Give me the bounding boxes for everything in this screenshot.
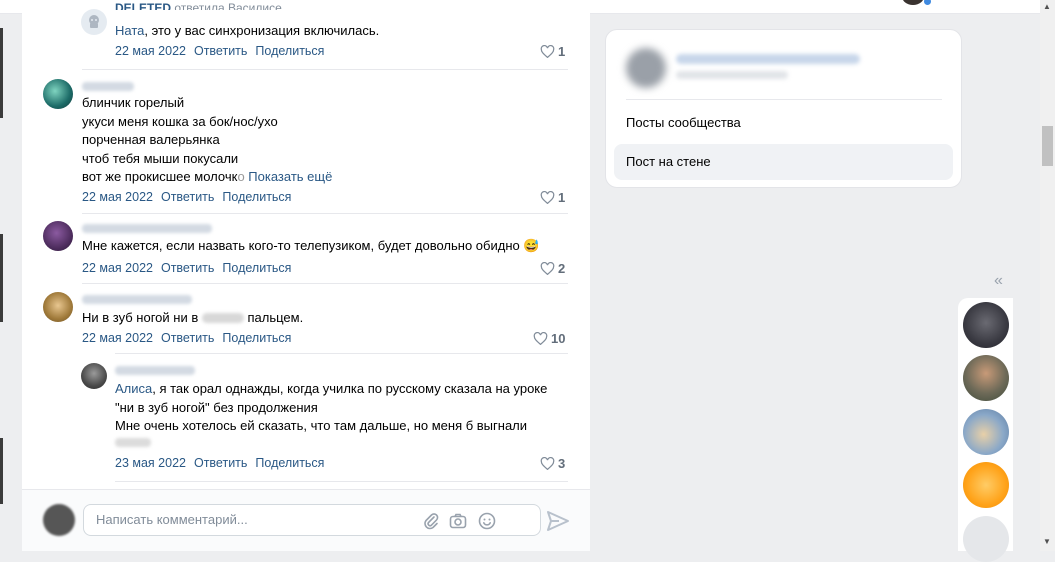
left-edge-strip	[0, 438, 3, 504]
reply-to-link[interactable]: Алиса	[115, 381, 152, 396]
reply-button[interactable]: Ответить	[194, 44, 247, 58]
comment-text: Алиса, я так орал однажды, когда училка …	[115, 381, 548, 433]
comment-meta: 22 мая 2022 Ответить Поделиться	[82, 331, 291, 345]
blurred-text	[115, 438, 151, 447]
chat-avatar[interactable]	[963, 516, 1009, 562]
sweat-smile-icon: 😅	[523, 238, 540, 253]
collapse-icon[interactable]: «	[994, 272, 1003, 290]
comment-input-placeholder: Написать комментарий...	[96, 512, 248, 527]
menu-item-wall-post[interactable]: Пост на стене	[614, 144, 953, 180]
scrollbar-thumb[interactable]	[1042, 126, 1053, 166]
censored-word	[201, 313, 244, 323]
author-name[interactable]	[115, 366, 195, 375]
left-edge-strip	[0, 234, 3, 322]
reply-button[interactable]: Ответить	[161, 190, 214, 204]
deleted-avatar	[81, 9, 107, 35]
deleted-user-icon	[89, 15, 99, 28]
right-panel: Посты сообщества Пост на стене	[605, 29, 962, 188]
comments-feed: DELETED ответила Василисе Ната, это у ва…	[22, 0, 590, 551]
comment-composer: Написать комментарий...	[22, 489, 590, 551]
comment-text: блинчик горелый укуси меня кошка за бок/…	[82, 95, 333, 184]
share-button[interactable]: Поделиться	[222, 331, 291, 345]
separator	[82, 213, 568, 214]
comment-text: Ната, это у вас синхронизация включилась…	[115, 23, 380, 38]
like-button[interactable]: 2	[540, 261, 565, 276]
chat-avatar[interactable]	[963, 355, 1009, 401]
comment-meta: 23 мая 2022 Ответить Поделиться	[115, 456, 324, 470]
share-button[interactable]: Поделиться	[222, 261, 291, 275]
heart-icon	[533, 332, 548, 345]
comment-text: Мне кажется, если назвать кого-то телепу…	[82, 238, 540, 253]
scroll-down-icon[interactable]: ▼	[1043, 537, 1051, 546]
separator	[626, 99, 942, 100]
online-indicator	[924, 0, 931, 5]
heart-icon	[540, 457, 555, 470]
separator	[115, 353, 568, 354]
chats-bar	[958, 298, 1013, 562]
chat-avatar[interactable]	[963, 462, 1009, 508]
composer-avatar	[43, 504, 75, 536]
reply-button[interactable]: Ответить	[161, 331, 214, 345]
author-name[interactable]	[82, 295, 192, 304]
comment-text: Ни в зуб ногой ни в пальцем.	[82, 310, 304, 325]
author-name[interactable]	[82, 82, 134, 91]
user-avatar[interactable]	[902, 0, 924, 5]
comment-avatar[interactable]	[43, 221, 73, 251]
comment-date[interactable]: 22 мая 2022	[82, 331, 153, 345]
share-button[interactable]: Поделиться	[222, 190, 291, 204]
comment-date[interactable]: 22 мая 2022	[115, 44, 186, 58]
reply-button[interactable]: Ответить	[161, 261, 214, 275]
separator	[115, 481, 568, 482]
author-name[interactable]	[82, 224, 212, 233]
comment-meta: 22 мая 2022 Ответить Поделиться	[115, 44, 324, 58]
scroll-up-icon[interactable]: ▲	[1043, 2, 1051, 11]
reply-to-link[interactable]: Ната	[115, 23, 144, 38]
heart-icon	[540, 45, 555, 58]
group-subtitle	[676, 71, 788, 79]
left-edge-strip	[0, 28, 3, 118]
comment-author[interactable]: DELETED ответила Василисе	[115, 2, 282, 10]
like-button[interactable]: 10	[533, 331, 565, 346]
send-icon[interactable]	[546, 510, 570, 532]
share-button[interactable]: Поделиться	[255, 44, 324, 58]
comment-meta: 22 мая 2022 Ответить Поделиться	[82, 261, 291, 275]
like-button[interactable]: 1	[540, 44, 565, 59]
comment-date[interactable]: 23 мая 2022	[115, 456, 186, 470]
emoji-icon[interactable]	[477, 511, 497, 531]
group-avatar[interactable]	[626, 48, 666, 88]
scrollbar[interactable]: ▲ ▼	[1040, 0, 1055, 551]
chat-avatar[interactable]	[963, 409, 1009, 455]
group-name[interactable]	[676, 54, 860, 64]
comment-input[interactable]: Написать комментарий...	[83, 504, 541, 536]
comment-date[interactable]: 22 мая 2022	[82, 190, 153, 204]
reply-button[interactable]: Ответить	[194, 456, 247, 470]
separator	[82, 69, 568, 70]
comment-avatar[interactable]	[81, 363, 107, 389]
share-button[interactable]: Поделиться	[255, 456, 324, 470]
like-button[interactable]: 3	[540, 456, 565, 471]
chat-avatar[interactable]	[963, 302, 1009, 348]
heart-icon	[540, 262, 555, 275]
comment-meta: 22 мая 2022 Ответить Поделиться	[82, 190, 291, 204]
like-button[interactable]: 1	[540, 190, 565, 205]
separator	[82, 283, 568, 284]
comment-avatar[interactable]	[43, 79, 73, 109]
attach-icon[interactable]	[421, 511, 441, 531]
heart-icon	[540, 191, 555, 204]
comment-avatar[interactable]	[43, 292, 73, 322]
comment-date[interactable]: 22 мая 2022	[82, 261, 153, 275]
show-more-link[interactable]: Показать ещё	[248, 169, 332, 184]
menu-item-community-posts[interactable]: Посты сообщества	[614, 105, 953, 141]
camera-icon[interactable]	[448, 511, 468, 531]
